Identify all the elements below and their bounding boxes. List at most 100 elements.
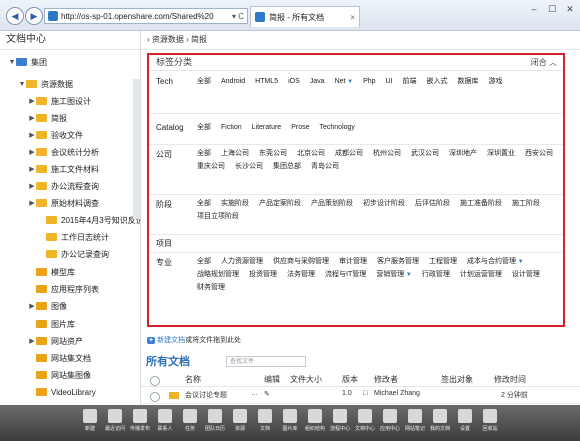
tag-value[interactable]: 施工准备阶段 xyxy=(460,199,502,209)
tree-node[interactable]: ▼ 资源数据 xyxy=(18,78,73,90)
tag-value[interactable]: Php xyxy=(363,77,375,87)
tree-node[interactable]: 图片库 xyxy=(28,318,75,330)
tree-expand-icon[interactable]: ▶ xyxy=(28,182,36,190)
edit-icon[interactable]: ✎ xyxy=(264,390,270,398)
tree-expand-icon[interactable]: ▶ xyxy=(28,148,36,156)
tree-node[interactable]: ▶ 施工图设计 xyxy=(28,95,91,107)
tag-value[interactable]: Technology xyxy=(320,123,355,133)
tag-value[interactable]: 全部 xyxy=(197,199,211,209)
tree-node[interactable]: ▶ 图像 xyxy=(28,300,67,312)
breadcrumb[interactable]: › 资源数据 › 简报 xyxy=(141,31,580,50)
tree-expand-icon[interactable]: ▶ xyxy=(28,97,36,105)
tag-value[interactable]: HTML5 xyxy=(255,77,278,87)
tag-value[interactable]: 北京公司 xyxy=(297,149,325,159)
tag-value[interactable]: 审计管理 xyxy=(339,257,367,267)
dock-item[interactable]: 团队日历 xyxy=(203,405,228,441)
tag-value[interactable]: 产品策划阶段 xyxy=(311,199,353,209)
dock-item[interactable]: 回收站 xyxy=(478,405,503,441)
tag-value[interactable]: 全部 xyxy=(197,257,211,267)
tag-value[interactable]: 行政管理 xyxy=(422,270,450,280)
tag-value[interactable]: Prose xyxy=(291,123,309,133)
col-version[interactable]: 版本 xyxy=(342,374,358,385)
col-checked-out[interactable]: 签出对象 xyxy=(441,374,473,385)
tree-node[interactable]: 办公记录查询 xyxy=(38,248,109,260)
tag-value[interactable]: 战略规划管理 xyxy=(197,270,239,280)
cell-name[interactable]: 会议讨论专题 xyxy=(185,390,227,400)
dock-item[interactable]: 组织结构 xyxy=(303,405,328,441)
tag-value[interactable]: 投资管理 xyxy=(249,270,277,280)
tag-value[interactable]: 前端 xyxy=(403,77,417,87)
search-input[interactable]: 查找文件 xyxy=(226,356,306,367)
collapse-button[interactable]: 闭合 ︿ xyxy=(531,55,557,70)
tag-value[interactable]: 初步设计阶段 xyxy=(363,199,405,209)
col-edit[interactable]: 编辑 xyxy=(264,374,280,385)
tree-expand-icon[interactable]: ▶ xyxy=(28,337,36,345)
address-controls[interactable]: ▾ C xyxy=(232,12,247,21)
new-document-link[interactable]: 新建文档 xyxy=(157,337,185,344)
tag-value[interactable]: 深圳置业 xyxy=(487,149,515,159)
tab-close-icon[interactable]: × xyxy=(350,13,355,22)
tag-value[interactable]: 项目立项阶段 xyxy=(197,212,239,222)
tree-node[interactable]: ▶ 施工文件材料 xyxy=(28,163,99,175)
dropdown-triangle-icon[interactable]: ▼ xyxy=(516,259,524,265)
tree-node[interactable]: 模型库 xyxy=(28,266,75,278)
tree-node[interactable]: 应用程序列表 xyxy=(28,283,99,295)
dock-item[interactable]: 应用中心 xyxy=(378,405,403,441)
tag-value[interactable]: iOS xyxy=(288,77,300,87)
close-window-button[interactable]: ✕ xyxy=(564,4,576,15)
tree-expand-icon[interactable]: ▶ xyxy=(28,114,36,122)
dock-item[interactable]: 流程中心 xyxy=(328,405,353,441)
tag-value[interactable]: 全部 xyxy=(197,123,211,133)
new-doc-plus-icon[interactable]: + xyxy=(147,337,156,344)
tag-value[interactable]: 成本与合约管理 ▼ xyxy=(467,257,524,267)
tree-node[interactable]: 2015年4月3号知识反馈 xyxy=(38,214,140,226)
tree-expand-icon[interactable]: ▼ xyxy=(18,81,26,88)
tree-expand-icon[interactable]: ▶ xyxy=(28,302,36,310)
tag-value[interactable]: 客户服务管理 xyxy=(377,257,419,267)
tag-value[interactable]: 全部 xyxy=(197,77,211,87)
tree-node[interactable]: ▶ 原始材料调查 xyxy=(28,197,99,209)
tag-value[interactable]: Net ▼ xyxy=(335,77,354,87)
tag-value[interactable]: 武汉公司 xyxy=(411,149,439,159)
dock-item[interactable]: 资源 xyxy=(228,405,253,441)
dock-item[interactable]: 传播发布 xyxy=(128,405,153,441)
tree-expand-icon[interactable]: ▶ xyxy=(28,199,36,207)
tag-value[interactable]: 嵌入式 xyxy=(427,77,448,87)
tree-expand-icon[interactable]: ▶ xyxy=(28,165,36,173)
tag-value[interactable]: 流程与IT管理 xyxy=(325,270,366,280)
tag-value[interactable]: 数据库 xyxy=(458,77,479,87)
back-button[interactable]: ◀ xyxy=(6,7,24,25)
dock-item[interactable]: 最近访问 xyxy=(103,405,128,441)
tag-value[interactable]: 财务管理 xyxy=(197,283,225,293)
tree-expand-icon[interactable]: ▶ xyxy=(28,131,36,139)
tree-node[interactable]: 网站集图像 xyxy=(28,369,91,381)
tag-value[interactable]: 供应商与采购管理 xyxy=(273,257,329,267)
dock-item[interactable]: 文档中心 xyxy=(353,405,378,441)
tag-value[interactable]: 人力资源管理 xyxy=(221,257,263,267)
tag-value[interactable]: 成都公司 xyxy=(335,149,363,159)
dock-item[interactable]: 网站笔记 xyxy=(403,405,428,441)
dock-item[interactable]: 设置 xyxy=(453,405,478,441)
tree-node[interactable]: ▶ 验收文件 xyxy=(28,129,83,141)
tag-value[interactable]: 青岛公司 xyxy=(311,162,339,172)
tag-value[interactable]: 工程管理 xyxy=(429,257,457,267)
tree-node[interactable]: ▼ 集团 xyxy=(8,56,47,68)
tag-value[interactable]: 深圳地产 xyxy=(449,149,477,159)
tag-value[interactable]: 后评估阶段 xyxy=(415,199,450,209)
col-name[interactable]: 名称 xyxy=(185,374,201,385)
tag-value[interactable]: 产品定案阶段 xyxy=(259,199,301,209)
col-size[interactable]: 文件大小 xyxy=(290,374,322,385)
tag-value[interactable]: Android xyxy=(221,77,245,87)
table-row[interactable]: 会议讨论专题 … ✎ 1.0 □ Michael Zhang 2 分钟前 xyxy=(141,388,580,404)
tree-node[interactable]: ▶ 简报 xyxy=(28,112,67,124)
tag-value[interactable]: Literature xyxy=(252,123,282,133)
sidebar-scrollbar[interactable] xyxy=(133,79,140,219)
maximize-button[interactable]: ☐ xyxy=(546,4,558,15)
tag-value[interactable]: 集团总部 xyxy=(273,162,301,172)
tag-value[interactable]: 西安公司 xyxy=(525,149,553,159)
tag-value[interactable]: 长沙公司 xyxy=(235,162,263,172)
tag-value[interactable]: 实施阶段 xyxy=(221,199,249,209)
forward-button[interactable]: ▶ xyxy=(25,7,43,25)
ellipsis-menu-icon[interactable]: … xyxy=(251,390,258,397)
tag-value[interactable]: Fiction xyxy=(221,123,242,133)
